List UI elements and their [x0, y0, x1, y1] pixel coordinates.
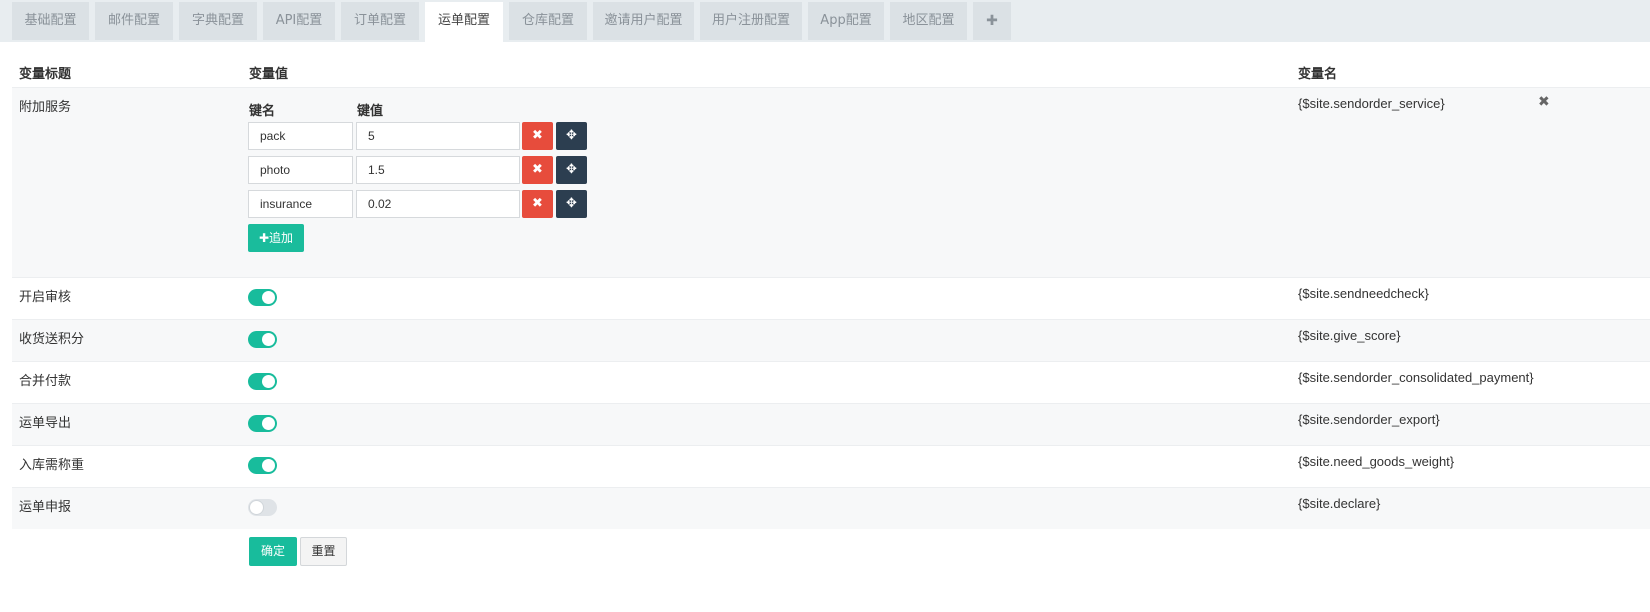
- tab-region[interactable]: 地区配置: [890, 2, 967, 40]
- remove-item-button[interactable]: ✖: [522, 122, 553, 150]
- plus-icon: ✚: [986, 13, 998, 29]
- remove-icon: ✖: [532, 128, 543, 143]
- toggle-knob: [250, 501, 263, 514]
- row-title: 合并付款: [19, 374, 72, 389]
- kv-key-input[interactable]: insurance: [248, 190, 353, 218]
- toggle-switch[interactable]: [248, 457, 277, 474]
- tab-basic[interactable]: 基础配置: [12, 2, 89, 40]
- variable-name: {$site.sendorder_export}: [1298, 412, 1440, 427]
- row-title: 附加服务: [19, 100, 72, 115]
- tab-bar: 基础配置 邮件配置 字典配置 API配置 订单配置 运单配置 仓库配置 邀请用户…: [0, 0, 1650, 42]
- variable-name: {$site.sendorder_consolidated_payment}: [1298, 370, 1534, 385]
- toggle-switch[interactable]: [248, 373, 277, 390]
- kv-value-input[interactable]: 1.5: [356, 156, 520, 184]
- move-icon: ✥: [566, 196, 577, 211]
- tab-waybill[interactable]: 运单配置: [425, 2, 503, 42]
- toggle-switch[interactable]: [248, 415, 277, 432]
- row-divider: [12, 319, 1650, 320]
- table-row: 运单导出 {$site.sendorder_export}: [12, 403, 1650, 445]
- drag-item-handle[interactable]: ✥: [556, 156, 587, 184]
- move-icon: ✥: [566, 128, 577, 143]
- table-row: 开启审核 {$site.sendneedcheck}: [12, 277, 1650, 319]
- variable-name: {$site.sendneedcheck}: [1298, 286, 1429, 301]
- tab-dictionary[interactable]: 字典配置: [179, 2, 257, 40]
- tab-mail[interactable]: 邮件配置: [95, 2, 173, 40]
- tab-api[interactable]: API配置: [263, 2, 335, 40]
- row-divider: [12, 487, 1650, 488]
- header-value: 变量值: [249, 67, 289, 82]
- table-row: 附加服务 键名 键值 pack 5 ✖ ✥ photo 1.5 ✖ ✥ insu…: [12, 87, 1650, 277]
- table-row: 入库需称重 {$site.need_goods_weight}: [12, 445, 1650, 487]
- confirm-button[interactable]: 确定: [249, 537, 297, 566]
- toggle-knob: [262, 375, 275, 388]
- kv-key-header: 键名: [249, 104, 276, 119]
- tab-warehouse[interactable]: 仓库配置: [509, 2, 587, 40]
- variable-name: {$site.need_goods_weight}: [1298, 454, 1455, 469]
- reset-button[interactable]: 重置: [300, 537, 347, 566]
- header-name: 变量名: [1298, 67, 1338, 82]
- row-title: 入库需称重: [19, 458, 85, 473]
- variable-name: {$site.declare}: [1298, 496, 1381, 511]
- plus-icon: ✚: [258, 231, 270, 245]
- move-icon: ✥: [566, 162, 577, 177]
- row-title: 收货送积分: [19, 332, 85, 347]
- drag-item-handle[interactable]: ✥: [556, 122, 587, 150]
- row-divider: [12, 277, 1650, 278]
- table-row: 收货送积分 {$site.give_score}: [12, 319, 1650, 361]
- row-title: 开启审核: [19, 290, 72, 305]
- kv-value-input[interactable]: 0.02: [356, 190, 520, 218]
- table-row: 运单申报 {$site.declare}: [12, 487, 1650, 529]
- row-title: 运单申报: [19, 500, 72, 515]
- variable-name: {$site.give_score}: [1298, 328, 1401, 343]
- append-button[interactable]: ✚追加: [248, 224, 304, 252]
- tab-app[interactable]: App配置: [808, 2, 884, 40]
- drag-item-handle[interactable]: ✥: [556, 190, 587, 218]
- tab-invite-user[interactable]: 邀请用户配置: [593, 2, 694, 40]
- toggle-switch[interactable]: [248, 289, 277, 306]
- tab-user-register[interactable]: 用户注册配置: [700, 2, 802, 40]
- kv-value-header: 键值: [357, 104, 384, 119]
- kv-value-input[interactable]: 5: [356, 122, 520, 150]
- kv-key-input[interactable]: photo: [248, 156, 353, 184]
- close-icon[interactable]: ✖: [1538, 94, 1550, 110]
- tab-order[interactable]: 订单配置: [341, 2, 419, 40]
- remove-item-button[interactable]: ✖: [522, 156, 553, 184]
- row-divider: [12, 445, 1650, 446]
- toggle-knob: [262, 333, 275, 346]
- variable-name: {$site.sendorder_service}: [1298, 96, 1445, 111]
- toggle-knob: [262, 459, 275, 472]
- toggle-knob: [262, 417, 275, 430]
- row-title: 运单导出: [19, 416, 72, 431]
- add-tab-button[interactable]: ✚: [973, 2, 1011, 40]
- remove-item-button[interactable]: ✖: [522, 190, 553, 218]
- row-divider: [12, 87, 1650, 88]
- toggle-knob: [262, 291, 275, 304]
- toggle-switch[interactable]: [248, 499, 277, 516]
- row-divider: [12, 403, 1650, 404]
- append-label: 追加: [269, 231, 294, 245]
- remove-icon: ✖: [532, 196, 543, 211]
- kv-key-input[interactable]: pack: [248, 122, 353, 150]
- row-divider: [12, 361, 1650, 362]
- toggle-switch[interactable]: [248, 331, 277, 348]
- header-title: 变量标题: [19, 67, 72, 82]
- remove-icon: ✖: [532, 162, 543, 177]
- table-row: 合并付款 {$site.sendorder_consolidated_payme…: [12, 361, 1650, 403]
